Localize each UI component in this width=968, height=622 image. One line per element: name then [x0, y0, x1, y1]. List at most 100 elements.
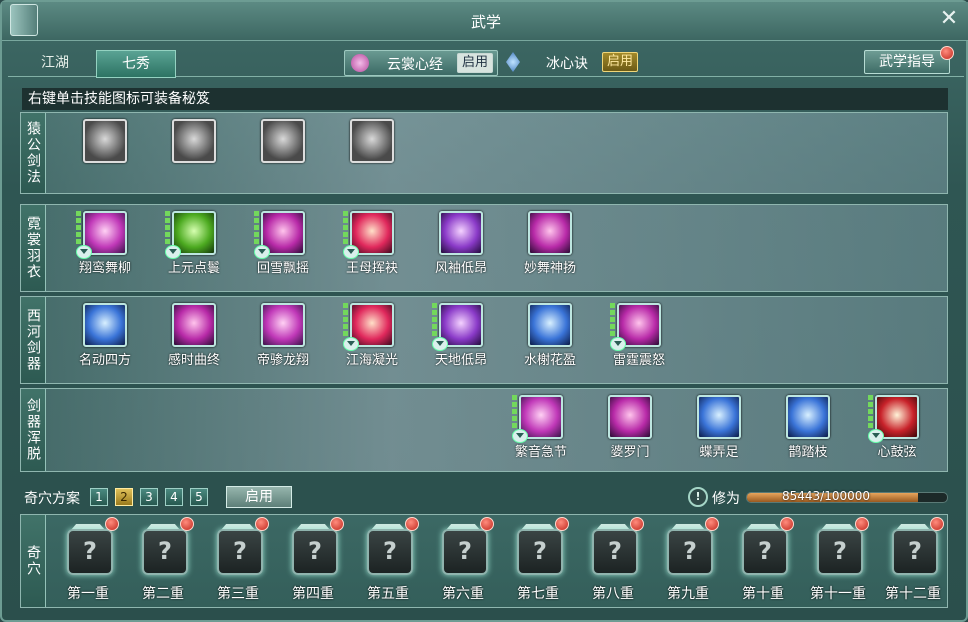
- skill-slot[interactable]: 雷霆震怒: [599, 303, 679, 381]
- qixue-slot[interactable]: ? 第四重: [276, 515, 350, 607]
- qixue-slot-icon[interactable]: ?: [592, 529, 638, 575]
- skill-slot[interactable]: 帝骖龙翔: [243, 303, 323, 381]
- question-icon: ?: [458, 537, 472, 565]
- qixue-plan-4[interactable]: 4: [165, 488, 183, 506]
- qixue-slot[interactable]: ? 第十二重: [876, 515, 950, 607]
- qixue-slot-name: 第九重: [667, 586, 709, 602]
- qixue-panel: 奇穴 ? 第一重? 第二重? 第三重? 第四重? 第五重? 第六重? 第七重? 第八重? 第九重?…: [20, 514, 948, 608]
- qixue-slot[interactable]: ? 第八重: [576, 515, 650, 607]
- qixue-slot[interactable]: ? 第六重: [426, 515, 500, 607]
- miji-slots-indicator: [76, 211, 81, 245]
- miji-slots-indicator: [254, 211, 259, 245]
- qixue-slot-icon[interactable]: ?: [217, 529, 263, 575]
- skill-slot[interactable]: 天地低昂: [421, 303, 501, 381]
- skill-section-label: 西河剑器: [21, 297, 46, 383]
- skill-icon[interactable]: [439, 211, 483, 255]
- martial-guide-button[interactable]: 武学指导: [864, 50, 950, 74]
- skill-slot[interactable]: 蝶弄足: [679, 395, 759, 473]
- qixue-slot-icon[interactable]: ?: [67, 529, 113, 575]
- xinjing-yunshang-label: 云裳心经: [387, 57, 443, 73]
- skill-slot[interactable]: 回雪飘摇: [243, 211, 323, 289]
- qixue-slot[interactable]: ? 第二重: [126, 515, 200, 607]
- skill-icon[interactable]: [83, 303, 127, 347]
- skill-icon[interactable]: [608, 395, 652, 439]
- skill-slot[interactable]: [332, 119, 412, 197]
- skill-icon[interactable]: [261, 303, 305, 347]
- title-bar[interactable]: 武学 ✕: [2, 2, 968, 41]
- skill-slot[interactable]: [65, 119, 145, 197]
- skill-slot[interactable]: 翔鸾舞柳: [65, 211, 145, 289]
- skill-icon[interactable]: [83, 119, 127, 163]
- qixue-enable-button[interactable]: 启用: [226, 486, 292, 508]
- skill-name: 江海凝光: [345, 353, 398, 368]
- qixue-plan-5[interactable]: 5: [190, 488, 208, 506]
- qixue-slot[interactable]: ? 第三重: [201, 515, 275, 607]
- skill-slot[interactable]: 婆罗门: [590, 395, 670, 473]
- skill-slot[interactable]: [243, 119, 323, 197]
- qixue-slot[interactable]: ? 第五重: [351, 515, 425, 607]
- skill-name: 帝骖龙翔: [256, 353, 309, 368]
- qixue-slot[interactable]: ? 第十重: [726, 515, 800, 607]
- skill-slot[interactable]: 王母挥袂: [332, 211, 412, 289]
- qixue-plan-2[interactable]: 2: [115, 488, 133, 506]
- qixue-slot-icon[interactable]: ?: [667, 529, 713, 575]
- close-icon[interactable]: ✕: [938, 8, 960, 30]
- skill-slot[interactable]: 妙舞神扬: [510, 211, 590, 289]
- qixue-plan-bar: 奇穴方案 12345 启用 ! 修为 85443/100000: [20, 486, 948, 508]
- skill-slot[interactable]: 繁音急节: [501, 395, 581, 473]
- qixue-slot[interactable]: ? 第一重: [51, 515, 125, 607]
- qixue-slot-icon[interactable]: ?: [292, 529, 338, 575]
- skill-slot[interactable]: 上元点鬟: [154, 211, 234, 289]
- qixue-slot[interactable]: ? 第九重: [651, 515, 725, 607]
- miji-slots-indicator: [868, 395, 873, 429]
- qixue-slot-icon[interactable]: ?: [442, 529, 488, 575]
- info-icon[interactable]: !: [688, 487, 708, 507]
- skill-slot[interactable]: 风袖低昂: [421, 211, 501, 289]
- qixue-slot-icon[interactable]: ?: [517, 529, 563, 575]
- qixue-slot-icon[interactable]: ?: [742, 529, 788, 575]
- skill-icon[interactable]: [172, 303, 216, 347]
- xinjing-yunshang[interactable]: 云裳心经 启用: [344, 50, 498, 76]
- skill-slot[interactable]: 江海凝光: [332, 303, 412, 381]
- qixue-slot-icon[interactable]: ?: [817, 529, 863, 575]
- skill-icon[interactable]: [350, 119, 394, 163]
- window-title: 武学: [470, 13, 501, 31]
- xinjing-yunshang-enable-button[interactable]: 启用: [457, 53, 494, 73]
- qixue-plan-3[interactable]: 3: [140, 488, 158, 506]
- qixue-slot[interactable]: ? 第七重: [501, 515, 575, 607]
- skill-icon[interactable]: [697, 395, 741, 439]
- tab-qixiu[interactable]: 七秀: [96, 50, 176, 78]
- skill-slot[interactable]: [154, 119, 234, 197]
- xinjing-bingxin-enable-button[interactable]: 启用: [602, 52, 639, 72]
- skill-slot[interactable]: 心鼓弦: [857, 395, 937, 473]
- skill-slot[interactable]: 水榭花盈: [510, 303, 590, 381]
- skill-section-label: 剑器浑脱: [21, 389, 46, 471]
- skill-icon[interactable]: [172, 119, 216, 163]
- skill-icon[interactable]: [786, 395, 830, 439]
- skill-name: 上元点鬟: [167, 261, 220, 276]
- skill-slot[interactable]: 感时曲终: [154, 303, 234, 381]
- question-icon: ?: [683, 537, 697, 565]
- skill-section-2: 西河剑器 名动四方 感时曲终 帝骖龙翔 江海凝光 天地低昂 水榭花盈 雷霆震怒: [20, 296, 948, 384]
- qixue-plan-1[interactable]: 1: [90, 488, 108, 506]
- skill-icon[interactable]: [528, 303, 572, 347]
- question-icon: ?: [233, 537, 247, 565]
- skill-slot[interactable]: 名动四方: [65, 303, 145, 381]
- question-icon: ?: [533, 537, 547, 565]
- skill-slot[interactable]: 鹊踏枝: [768, 395, 848, 473]
- qixue-slot[interactable]: ? 第十一重: [801, 515, 875, 607]
- qixue-slot-icon[interactable]: ?: [892, 529, 938, 575]
- skill-name: 妙舞神扬: [523, 261, 576, 276]
- notification-dot: [105, 517, 119, 531]
- qixue-slot-icon[interactable]: ?: [367, 529, 413, 575]
- skill-icon[interactable]: [261, 119, 305, 163]
- qixue-slot-name: 第十一重: [810, 586, 866, 602]
- qixue-slot-name: 第三重: [217, 586, 259, 602]
- skill-section-0: 猿公剑法: [20, 112, 948, 194]
- qixue-slot-name: 第四重: [292, 586, 334, 602]
- skill-name: 感时曲终: [167, 353, 220, 368]
- skill-icon[interactable]: [528, 211, 572, 255]
- qixue-slot-icon[interactable]: ?: [142, 529, 188, 575]
- tab-jianghu[interactable]: 江湖: [20, 50, 90, 76]
- qixue-slot-name: 第一重: [67, 586, 109, 602]
